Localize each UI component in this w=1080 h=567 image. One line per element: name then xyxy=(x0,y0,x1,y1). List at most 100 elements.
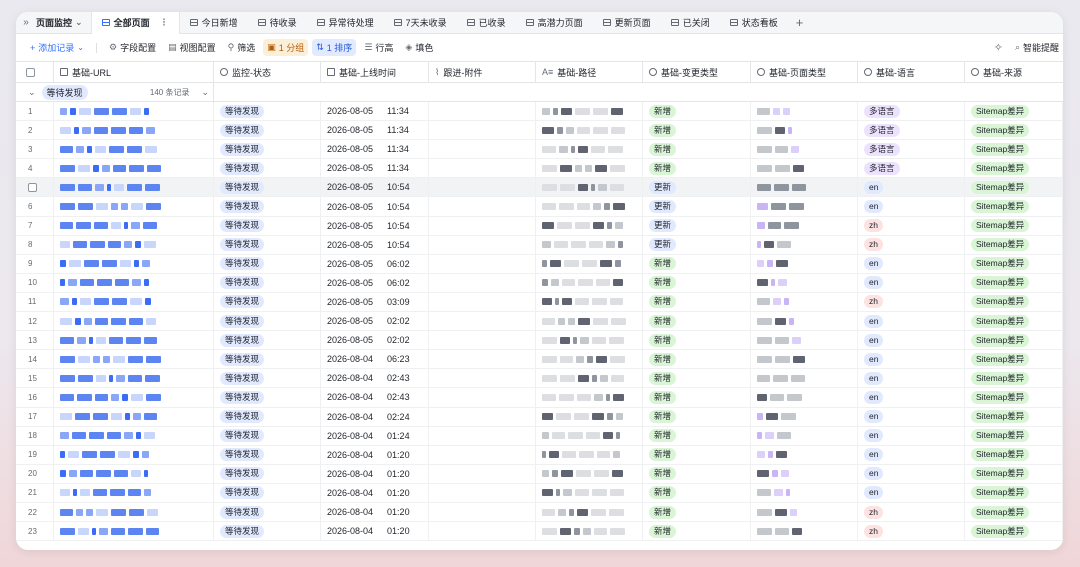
source-cell[interactable]: Sitemap差异 xyxy=(965,235,1063,254)
source-cell[interactable]: Sitemap差异 xyxy=(965,388,1063,407)
column-header[interactable]: 基础-来源 xyxy=(965,62,1063,82)
online-time-cell[interactable]: 2026-08-05 10:54 xyxy=(321,235,429,254)
status-cell[interactable]: 等待发现 xyxy=(214,502,321,522)
language-cell[interactable]: zh xyxy=(858,292,965,312)
more-icon[interactable]: ⋮ xyxy=(160,17,169,28)
language-cell[interactable]: en xyxy=(858,273,965,292)
url-cell[interactable] xyxy=(54,388,214,407)
group-header[interactable]: ⌄ 等待发现 140 条记录 ⌄ xyxy=(16,83,1063,102)
status-cell[interactable]: 等待发现 xyxy=(214,273,321,292)
change-type-cell[interactable]: 新增 xyxy=(643,292,751,312)
source-cell[interactable]: Sitemap差异 xyxy=(965,426,1063,445)
online-time-cell[interactable]: 2026-08-05 10:54 xyxy=(321,197,429,216)
page-type-cell[interactable] xyxy=(751,292,858,312)
table-row[interactable]: 10 等待发现 2026-08-05 06:02 新增 en Sitemap差异 xyxy=(16,273,1063,293)
url-cell[interactable] xyxy=(54,254,214,273)
path-cell[interactable] xyxy=(536,331,643,350)
source-cell[interactable]: Sitemap差异 xyxy=(965,121,1063,140)
change-type-cell[interactable]: 新增 xyxy=(643,312,751,331)
row-number[interactable]: 7 xyxy=(16,216,54,235)
language-cell[interactable]: en xyxy=(858,445,965,464)
smart-reminder-button[interactable]: ⌕ 智能提醒 xyxy=(1011,39,1063,56)
row-number[interactable]: 21 xyxy=(16,483,54,502)
row-number[interactable]: 8 xyxy=(16,235,54,254)
add-record-button[interactable]: + 添加记录 ⌄ xyxy=(26,39,88,56)
status-cell[interactable]: 等待发现 xyxy=(214,159,321,178)
source-cell[interactable]: Sitemap差异 xyxy=(965,197,1063,216)
language-cell[interactable]: en xyxy=(858,369,965,388)
status-cell[interactable]: 等待发现 xyxy=(214,121,321,140)
language-cell[interactable]: 多语言 xyxy=(858,140,965,159)
change-type-cell[interactable]: 新增 xyxy=(643,426,751,445)
language-cell[interactable]: en xyxy=(858,464,965,483)
path-cell[interactable] xyxy=(536,350,643,369)
attachment-cell[interactable] xyxy=(429,235,536,254)
page-type-cell[interactable] xyxy=(751,388,858,407)
path-cell[interactable] xyxy=(536,197,643,216)
view-tab[interactable]: 待收录 xyxy=(248,12,307,34)
filter-button[interactable]: ⚲ 筛选 xyxy=(224,39,260,56)
column-header[interactable]: 基础-URL xyxy=(54,62,214,82)
field-config-button[interactable]: ⚙ 字段配置 xyxy=(105,39,160,56)
source-cell[interactable]: Sitemap差异 xyxy=(965,102,1063,121)
row-number[interactable]: 17 xyxy=(16,407,54,426)
row-number[interactable]: 10 xyxy=(16,273,54,292)
status-cell[interactable]: 等待发现 xyxy=(214,426,321,445)
status-cell[interactable]: 等待发现 xyxy=(214,350,321,369)
select-all-cell[interactable] xyxy=(16,62,54,82)
attachment-cell[interactable] xyxy=(429,445,536,464)
path-cell[interactable] xyxy=(536,388,643,407)
table-row[interactable]: 20 等待发现 2026-08-04 01:20 新增 en Sitemap差异 xyxy=(16,464,1063,484)
page-type-cell[interactable] xyxy=(751,426,858,445)
language-cell[interactable]: 多语言 xyxy=(858,102,965,121)
fill-color-button[interactable]: ◈ 填色 xyxy=(401,39,437,56)
page-type-cell[interactable] xyxy=(751,235,858,254)
table-row[interactable]: 18 等待发现 2026-08-04 01:24 新增 en Sitemap差异 xyxy=(16,426,1063,446)
row-number[interactable]: 6 xyxy=(16,197,54,216)
row-number[interactable]: 1 xyxy=(16,102,54,121)
source-cell[interactable]: Sitemap差异 xyxy=(965,216,1063,235)
language-cell[interactable]: en xyxy=(858,254,965,273)
change-type-cell[interactable]: 新增 xyxy=(643,502,751,522)
table-row[interactable]: 12 等待发现 2026-08-05 02:02 新增 en Sitemap差异 xyxy=(16,312,1063,332)
page-type-cell[interactable] xyxy=(751,140,858,159)
source-cell[interactable]: Sitemap差异 xyxy=(965,369,1063,388)
table-row[interactable]: 4 等待发现 2026-08-05 11:34 新增 多语言 Sitemap差异 xyxy=(16,159,1063,179)
language-cell[interactable]: zh xyxy=(858,522,965,541)
view-tab[interactable]: 异常待处理 xyxy=(307,12,384,34)
url-cell[interactable] xyxy=(54,273,214,292)
status-cell[interactable]: 等待发现 xyxy=(214,216,321,235)
language-cell[interactable]: en xyxy=(858,312,965,331)
language-cell[interactable]: en xyxy=(858,350,965,369)
row-number[interactable]: 11 xyxy=(16,292,54,312)
url-cell[interactable] xyxy=(54,483,214,502)
row-number[interactable]: 20 xyxy=(16,464,54,483)
online-time-cell[interactable]: 2026-08-04 01:20 xyxy=(321,502,429,522)
online-time-cell[interactable]: 2026-08-05 11:34 xyxy=(321,102,429,121)
source-cell[interactable]: Sitemap差异 xyxy=(965,331,1063,350)
change-type-cell[interactable]: 新增 xyxy=(643,140,751,159)
source-cell[interactable]: Sitemap差异 xyxy=(965,292,1063,312)
attachment-cell[interactable] xyxy=(429,388,536,407)
path-cell[interactable] xyxy=(536,369,643,388)
column-header[interactable]: 基础-上线时间 xyxy=(321,62,429,82)
page-type-cell[interactable] xyxy=(751,102,858,121)
source-cell[interactable]: Sitemap差异 xyxy=(965,464,1063,483)
attachment-cell[interactable] xyxy=(429,121,536,140)
page-type-cell[interactable] xyxy=(751,312,858,331)
change-type-cell[interactable]: 新增 xyxy=(643,388,751,407)
attachment-cell[interactable] xyxy=(429,522,536,541)
url-cell[interactable] xyxy=(54,312,214,331)
row-number[interactable]: 3 xyxy=(16,140,54,159)
online-time-cell[interactable]: 2026-08-04 02:24 xyxy=(321,407,429,426)
row-number[interactable]: 2 xyxy=(16,121,54,140)
row-number[interactable]: 16 xyxy=(16,388,54,407)
path-cell[interactable] xyxy=(536,426,643,445)
change-type-cell[interactable]: 更新 xyxy=(643,216,751,235)
change-type-cell[interactable]: 新增 xyxy=(643,464,751,483)
change-type-cell[interactable]: 新增 xyxy=(643,522,751,541)
path-cell[interactable] xyxy=(536,483,643,502)
language-cell[interactable]: 多语言 xyxy=(858,121,965,140)
view-tab[interactable]: 已关闭 xyxy=(661,12,720,34)
online-time-cell[interactable]: 2026-08-05 06:02 xyxy=(321,273,429,292)
